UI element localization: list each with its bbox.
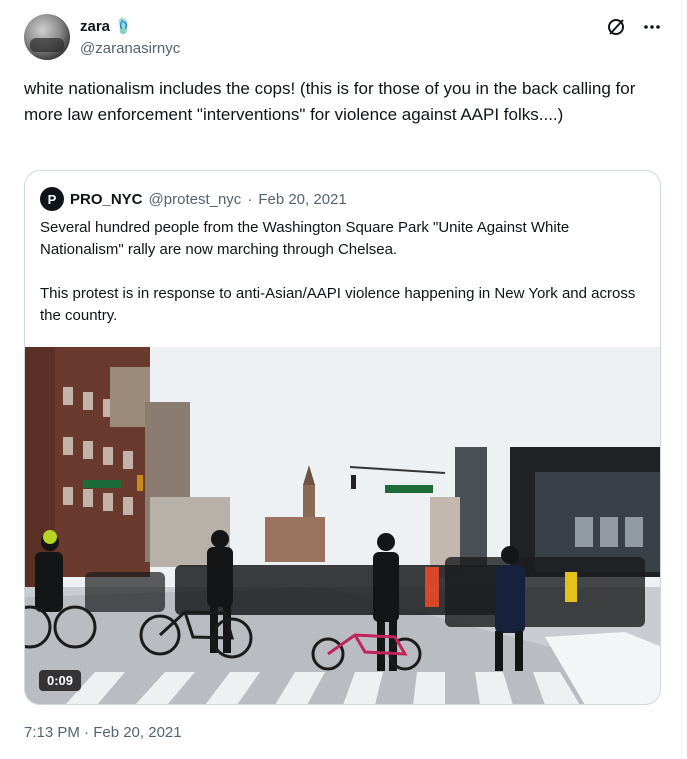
video-duration: 0:09 (39, 670, 82, 691)
quoted-tweet-header: P PRO_NYC @protest_nyc · Feb 20, 2021 (40, 187, 347, 211)
quoted-handle[interactable]: @protest_nyc (149, 191, 242, 208)
quoted-date[interactable]: Feb 20, 2021 (258, 191, 346, 208)
avatar[interactable] (24, 14, 70, 60)
quoted-tweet[interactable]: P PRO_NYC @protest_nyc · Feb 20, 2021 Se… (24, 170, 661, 705)
author-name-row[interactable]: zara 🩴 (80, 17, 133, 36)
tweet-timestamp[interactable]: 7:13 PM · Feb 20, 2021 (24, 724, 182, 741)
more-icon[interactable] (641, 16, 663, 38)
grok-icon[interactable] (605, 16, 627, 38)
handle[interactable]: @zaranasirnyc (80, 40, 180, 57)
display-name[interactable]: zara (80, 18, 110, 35)
video-frame (25, 347, 660, 704)
separator: · (247, 190, 253, 208)
tweet-text: white nationalism includes the cops! (th… (24, 79, 636, 124)
quoted-tweet-text: Several hundred people from the Washingt… (40, 219, 636, 324)
tweet-actions (605, 16, 663, 38)
video-player[interactable]: 0:09 (25, 347, 660, 704)
flip-flop-icon: 🩴 (114, 18, 133, 35)
quoted-avatar[interactable]: P (40, 187, 64, 211)
quoted-display-name[interactable]: PRO_NYC (70, 191, 143, 208)
